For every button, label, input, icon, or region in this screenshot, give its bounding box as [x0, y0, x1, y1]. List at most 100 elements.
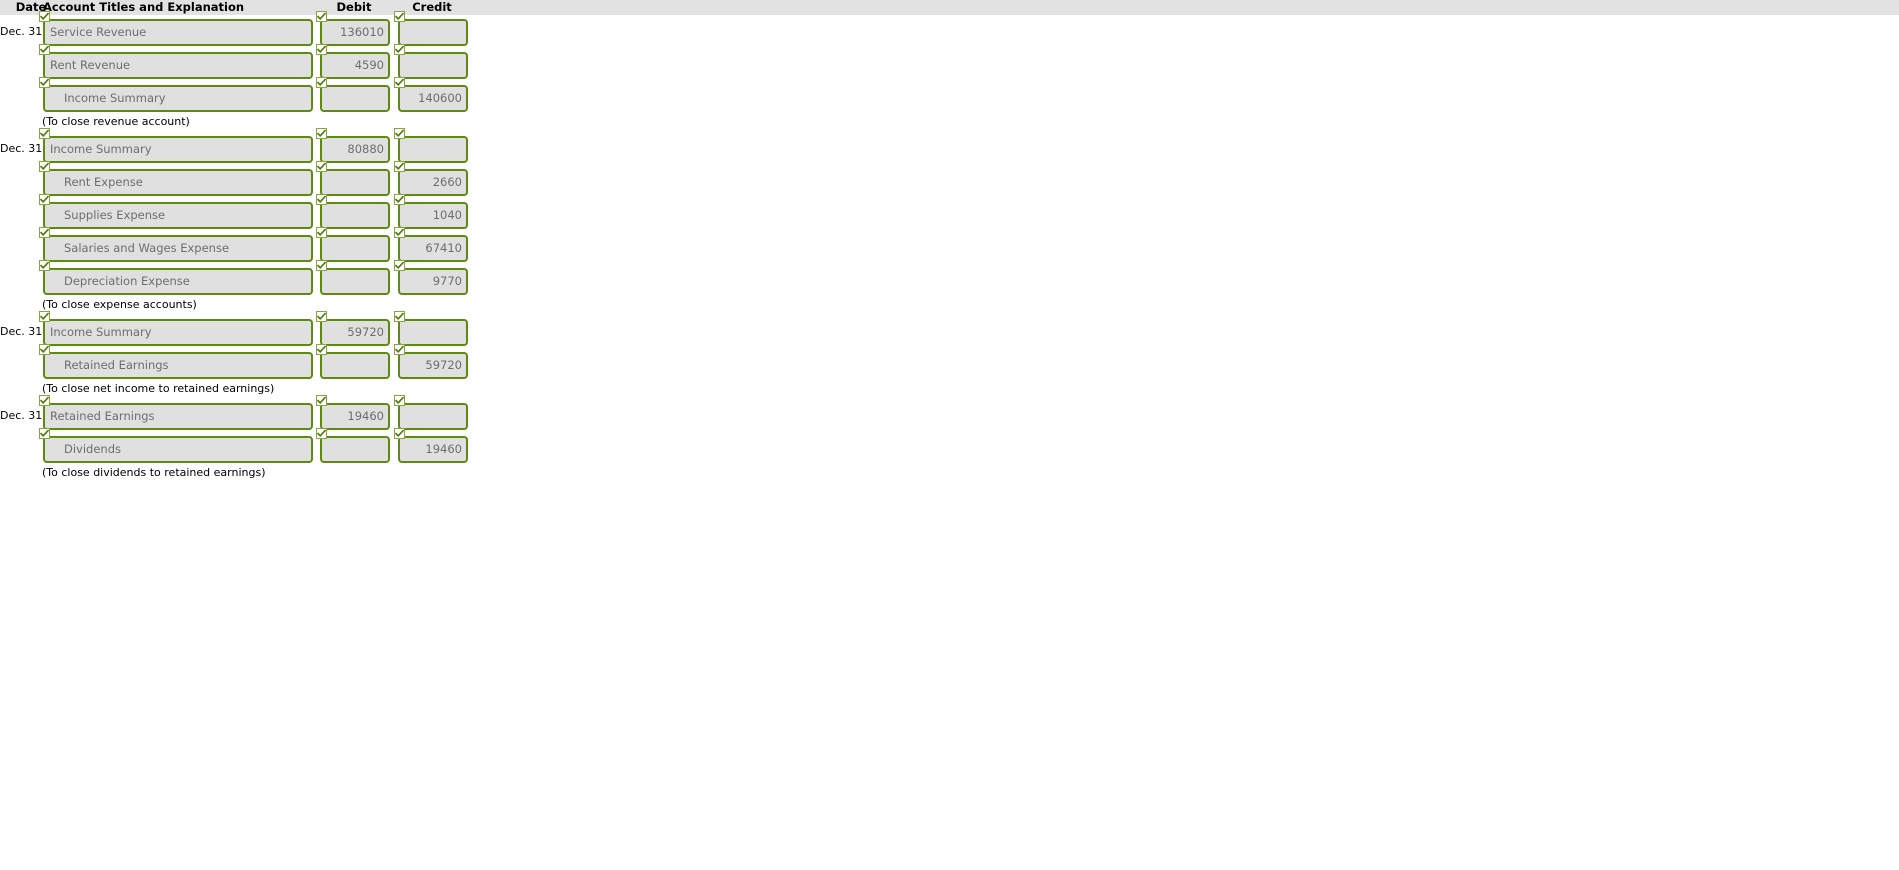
debit-amount-input[interactable]: 19460 — [320, 403, 390, 430]
account-title-input[interactable]: Income Summary — [43, 319, 313, 346]
credit-field-check-icon[interactable] — [394, 44, 405, 55]
entry-date — [0, 432, 38, 465]
debit-field-check-icon[interactable] — [316, 311, 327, 322]
journal-entry-table: Dec. 31 Service Revenue 136010 Rent Revenue… — [0, 11, 1899, 483]
debit-field-check-icon[interactable] — [316, 161, 327, 172]
account-title-input[interactable]: Salaries and Wages Expense — [43, 235, 313, 262]
table-header-band: Date Account Titles and Explanation Debi… — [0, 0, 1899, 15]
account-field-wrapper: Retained Earnings — [39, 395, 313, 430]
credit-amount-input[interactable] — [398, 136, 468, 163]
credit-amount-input[interactable] — [398, 403, 468, 430]
credit-amount-input[interactable]: 19460 — [398, 436, 468, 463]
explanation-row: (To close dividends to retained earnings… — [0, 465, 1899, 483]
debit-amount-input[interactable]: 59720 — [320, 319, 390, 346]
account-field-check-icon[interactable] — [39, 11, 50, 22]
account-title-input[interactable]: Income Summary — [43, 85, 313, 112]
debit-field-check-icon[interactable] — [316, 11, 327, 22]
account-field-check-icon[interactable] — [39, 344, 50, 355]
debit-amount-input[interactable] — [320, 202, 390, 229]
credit-amount-input[interactable] — [398, 19, 468, 46]
debit-amount-input[interactable] — [320, 169, 390, 196]
entry-date — [0, 198, 38, 231]
account-field-wrapper: Rent Expense — [39, 161, 313, 196]
debit-field-check-icon[interactable] — [316, 128, 327, 139]
credit-field-check-icon[interactable] — [394, 428, 405, 439]
debit-field-check-icon[interactable] — [316, 428, 327, 439]
debit-amount-input[interactable] — [320, 436, 390, 463]
credit-amount-input[interactable] — [398, 52, 468, 79]
debit-amount-input[interactable]: 80880 — [320, 136, 390, 163]
credit-field-wrapper — [394, 311, 468, 346]
account-title-input[interactable]: Rent Expense — [43, 169, 313, 196]
debit-field-check-icon[interactable] — [316, 44, 327, 55]
account-field-check-icon[interactable] — [39, 194, 50, 205]
credit-amount-input[interactable]: 59720 — [398, 352, 468, 379]
credit-field-check-icon[interactable] — [394, 77, 405, 88]
account-field-check-icon[interactable] — [39, 128, 50, 139]
debit-amount-input[interactable] — [320, 85, 390, 112]
journal-row: Retained Earnings 59720 — [0, 344, 1899, 381]
entry-date — [0, 264, 38, 297]
debit-field-wrapper — [316, 260, 390, 295]
credit-field-check-icon[interactable] — [394, 344, 405, 355]
debit-amount-input[interactable] — [320, 235, 390, 262]
debit-field-wrapper — [316, 77, 390, 112]
credit-amount-input[interactable]: 2660 — [398, 169, 468, 196]
account-field-check-icon[interactable] — [39, 428, 50, 439]
account-field-check-icon[interactable] — [39, 227, 50, 238]
account-field-wrapper: Income Summary — [39, 77, 313, 112]
credit-amount-input[interactable] — [398, 319, 468, 346]
account-title-input[interactable]: Depreciation Expense — [43, 268, 313, 295]
credit-field-wrapper: 140600 — [394, 77, 468, 112]
account-field-wrapper: Depreciation Expense — [39, 260, 313, 295]
debit-amount-input[interactable]: 136010 — [320, 19, 390, 46]
entry-explanation: (To close revenue account) — [42, 115, 190, 128]
credit-amount-input[interactable]: 9770 — [398, 268, 468, 295]
account-field-wrapper: Service Revenue — [39, 11, 313, 46]
debit-amount-input[interactable] — [320, 352, 390, 379]
debit-field-check-icon[interactable] — [316, 395, 327, 406]
entry-explanation: (To close dividends to retained earnings… — [42, 466, 266, 479]
account-field-check-icon[interactable] — [39, 44, 50, 55]
credit-field-wrapper: 19460 — [394, 428, 468, 463]
account-field-check-icon[interactable] — [39, 260, 50, 271]
credit-field-check-icon[interactable] — [394, 311, 405, 322]
account-field-check-icon[interactable] — [39, 77, 50, 88]
credit-amount-input[interactable]: 1040 — [398, 202, 468, 229]
credit-field-wrapper — [394, 395, 468, 430]
credit-field-wrapper — [394, 44, 468, 79]
credit-amount-input[interactable]: 140600 — [398, 85, 468, 112]
debit-amount-input[interactable]: 4590 — [320, 52, 390, 79]
debit-field-check-icon[interactable] — [316, 260, 327, 271]
credit-field-check-icon[interactable] — [394, 395, 405, 406]
account-field-check-icon[interactable] — [39, 311, 50, 322]
credit-field-check-icon[interactable] — [394, 227, 405, 238]
account-title-input[interactable]: Service Revenue — [43, 19, 313, 46]
debit-field-check-icon[interactable] — [316, 227, 327, 238]
debit-field-check-icon[interactable] — [316, 77, 327, 88]
credit-field-check-icon[interactable] — [394, 161, 405, 172]
journal-row: Supplies Expense 1040 — [0, 194, 1899, 231]
credit-field-check-icon[interactable] — [394, 11, 405, 22]
credit-field-check-icon[interactable] — [394, 128, 405, 139]
credit-field-check-icon[interactable] — [394, 260, 405, 271]
account-field-check-icon[interactable] — [39, 395, 50, 406]
account-title-input[interactable]: Rent Revenue — [43, 52, 313, 79]
account-title-input[interactable]: Supplies Expense — [43, 202, 313, 229]
account-title-input[interactable]: Retained Earnings — [43, 352, 313, 379]
account-title-input[interactable]: Dividends — [43, 436, 313, 463]
credit-amount-input[interactable]: 67410 — [398, 235, 468, 262]
credit-field-wrapper: 67410 — [394, 227, 468, 262]
account-title-input[interactable]: Income Summary — [43, 136, 313, 163]
debit-field-wrapper: 4590 — [316, 44, 390, 79]
debit-field-check-icon[interactable] — [316, 344, 327, 355]
debit-field-check-icon[interactable] — [316, 194, 327, 205]
debit-amount-input[interactable] — [320, 268, 390, 295]
entry-explanation: (To close expense accounts) — [42, 298, 197, 311]
credit-field-check-icon[interactable] — [394, 194, 405, 205]
explanation-row: (To close net income to retained earning… — [0, 381, 1899, 399]
account-title-input[interactable]: Retained Earnings — [43, 403, 313, 430]
journal-row: Dec. 31 Service Revenue 136010 — [0, 11, 1899, 48]
entry-date: Dec. 31 — [0, 25, 43, 38]
account-field-check-icon[interactable] — [39, 161, 50, 172]
